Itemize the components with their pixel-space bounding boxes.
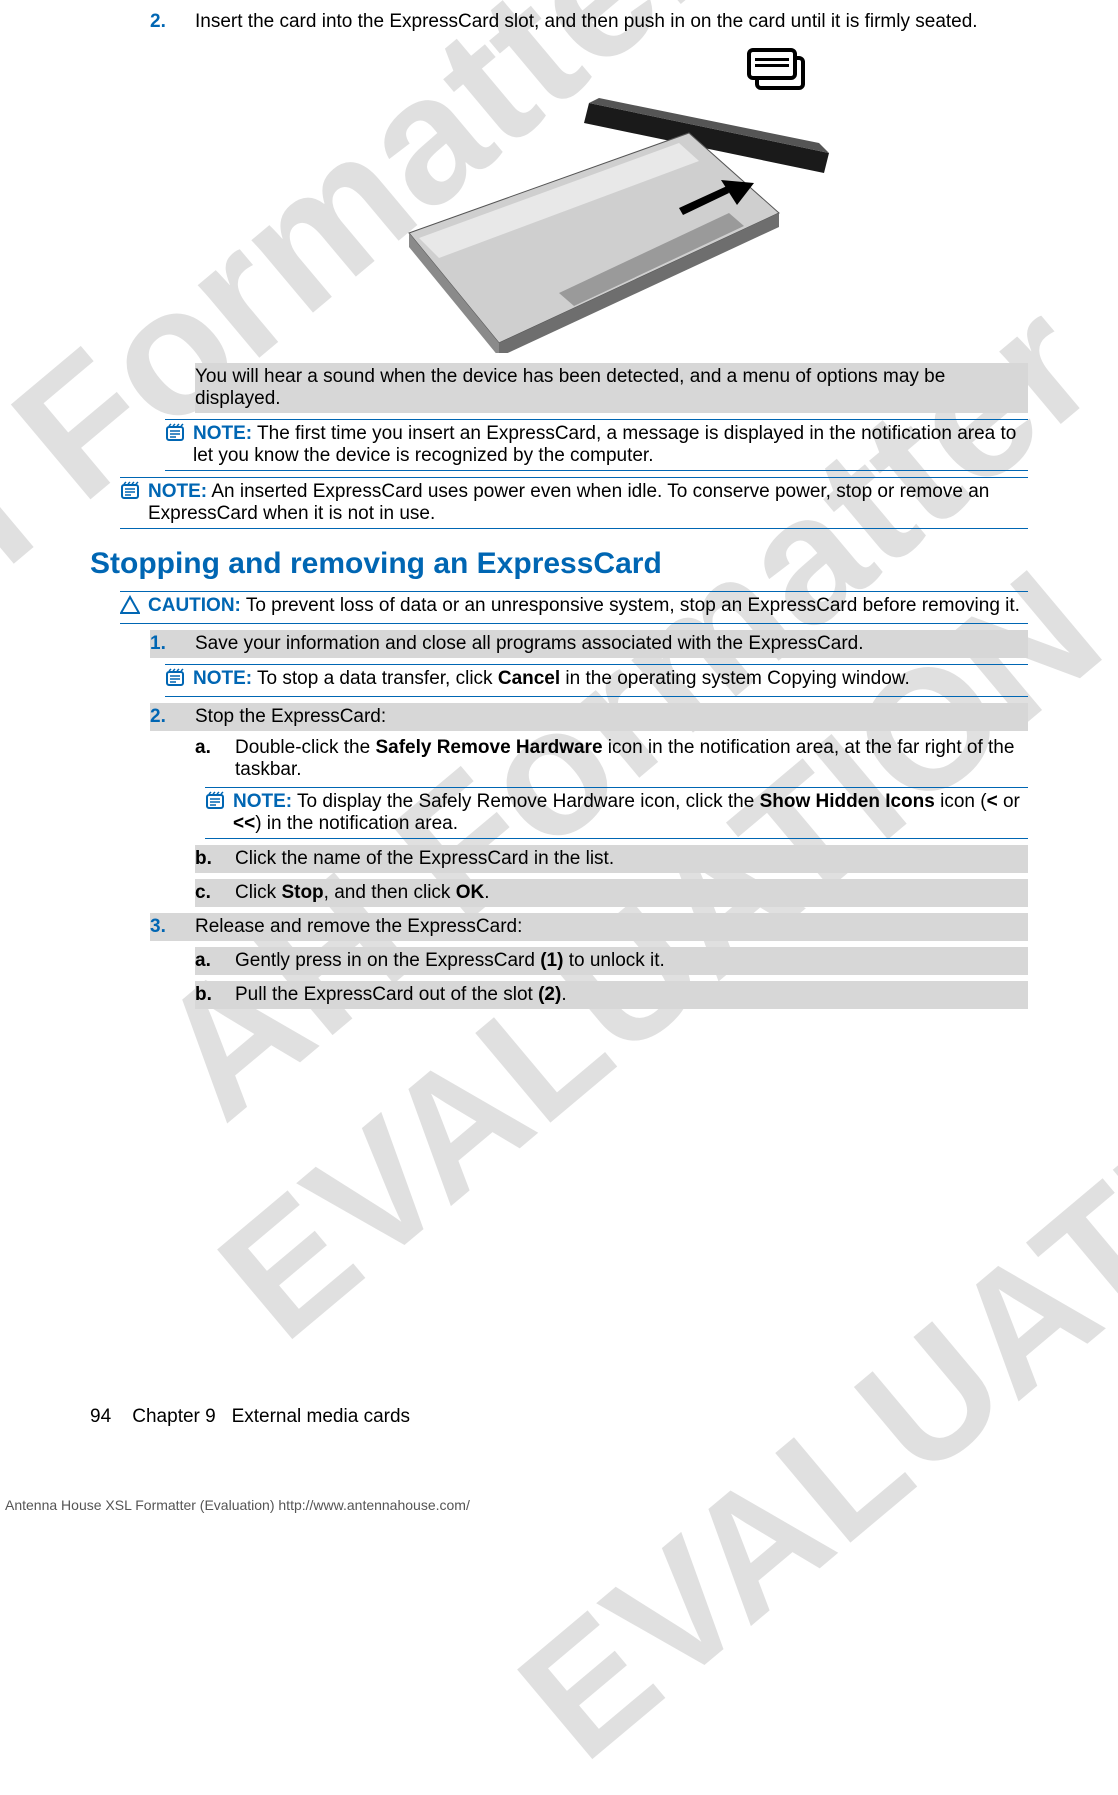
substep-text: Click the name of the ExpressCard in the…	[235, 848, 1028, 870]
page-footer: 94 Chapter 9 External media cards	[90, 1406, 410, 1428]
note-body: To display the Safely Remove Hardware ic…	[233, 791, 1020, 834]
note-text: You will hear a sound when the device ha…	[195, 363, 1028, 413]
note-admonition: NOTE: An inserted ExpressCard uses power…	[120, 477, 1028, 529]
list-item: 2. Stop the ExpressCard:	[150, 703, 1028, 731]
caution-label: CAUTION:	[148, 595, 241, 616]
step-number: 2.	[150, 706, 195, 728]
section-heading: Stopping and removing an ExpressCard	[90, 547, 1028, 581]
step-text: Insert the card into the ExpressCard slo…	[195, 11, 1028, 33]
note-body: To stop a data transfer, click Cancel in…	[257, 668, 910, 689]
note-label: NOTE:	[148, 481, 207, 502]
page-number: 94	[90, 1406, 111, 1427]
substep-letter: a.	[195, 950, 235, 972]
caution-body: To prevent loss of data or an unresponsi…	[246, 595, 1020, 616]
substep-text: Click Stop, and then click OK.	[235, 882, 1028, 904]
note-admonition: NOTE: The first time you insert an Expre…	[165, 419, 1028, 471]
substep-text: Pull the ExpressCard out of the slot (2)…	[235, 984, 1028, 1006]
note-icon	[120, 481, 148, 525]
formatter-credit: Antenna House XSL Formatter (Evaluation)…	[5, 1497, 470, 1513]
substep-letter: c.	[195, 882, 235, 904]
note-icon	[205, 791, 233, 835]
list-item: b. Click the name of the ExpressCard in …	[195, 845, 1028, 873]
list-item: 2. Insert the card into the ExpressCard …	[150, 11, 1028, 33]
page-content: 2. Insert the card into the ExpressCard …	[0, 0, 1118, 1009]
note-admonition: NOTE: To display the Safely Remove Hardw…	[205, 787, 1028, 839]
caution-icon	[120, 595, 148, 620]
note-label: NOTE:	[193, 668, 252, 689]
substep-text: Gently press in on the ExpressCard (1) t…	[235, 950, 1028, 972]
chapter-title: External media cards	[232, 1406, 410, 1427]
list-item: 1. Save your information and close all p…	[150, 630, 1028, 658]
step-number: 1.	[150, 633, 195, 655]
note-label: NOTE:	[193, 423, 252, 444]
substep-text: Double-click the Safely Remove Hardware …	[235, 737, 1028, 781]
list-item: 3. Release and remove the ExpressCard:	[150, 913, 1028, 941]
note-icon	[165, 668, 193, 693]
substep-letter: b.	[195, 984, 235, 1006]
caution-admonition: CAUTION: To prevent loss of data or an u…	[120, 591, 1028, 624]
chapter-label: Chapter 9	[132, 1406, 215, 1427]
step-number: 2.	[150, 11, 195, 33]
note-body: The first time you insert an ExpressCard…	[193, 423, 1016, 466]
note-admonition: NOTE: To stop a data transfer, click Can…	[165, 664, 1028, 697]
substep-letter: b.	[195, 848, 235, 870]
list-item: b. Pull the ExpressCard out of the slot …	[195, 981, 1028, 1009]
list-item: a. Gently press in on the ExpressCard (1…	[195, 947, 1028, 975]
note-body: An inserted ExpressCard uses power even …	[148, 481, 989, 524]
watermark-text: EVALUATION	[492, 963, 1118, 1787]
substep-letter: a.	[195, 737, 235, 781]
step-text: Release and remove the ExpressCard:	[195, 916, 1028, 938]
note-icon	[165, 423, 193, 467]
list-item: c. Click Stop, and then click OK.	[195, 879, 1028, 907]
step-number: 3.	[150, 916, 195, 938]
step-text: Save your information and close all prog…	[195, 633, 1028, 655]
list-item: a. Double-click the Safely Remove Hardwa…	[195, 737, 1028, 781]
note-label: NOTE:	[233, 791, 292, 812]
expresscard-illustration	[190, 43, 1028, 353]
step-text: Stop the ExpressCard:	[195, 706, 1028, 728]
